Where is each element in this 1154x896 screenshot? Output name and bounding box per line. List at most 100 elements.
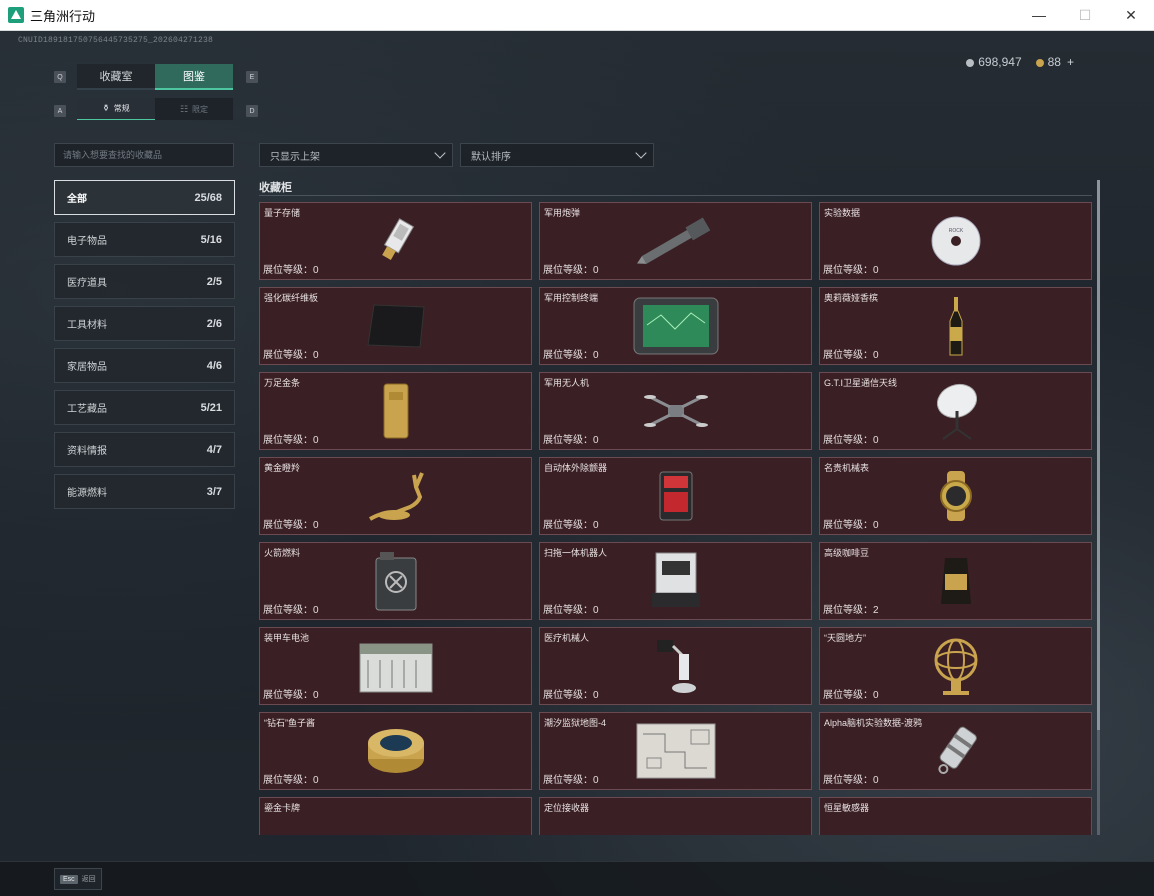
collection-card[interactable]: 火箭燃料 展位等级：0 (259, 542, 532, 620)
tab-catalog[interactable]: 图鉴 (155, 64, 233, 90)
game-viewport: CNUID189181750756445735275_202604271238 … (0, 31, 1154, 896)
sort-dropdown[interactable]: 默认排序 (460, 143, 654, 167)
collection-card[interactable]: 潮汐监狱地图-4 展位等级：0 (539, 712, 812, 790)
item-name: 强化碳纤维板 (264, 293, 319, 303)
back-button[interactable]: Esc 返回 (54, 868, 102, 890)
data-cylinder-icon (928, 723, 984, 779)
category-count: 5/16 (200, 233, 222, 246)
category-item[interactable]: 工艺藏品 5/21 (54, 390, 235, 425)
collection-card[interactable]: 扫拖一体机器人展位等级：0 (539, 542, 812, 620)
collection-card[interactable]: G.T.I卫星通信天线 展位等级：0 (819, 372, 1092, 450)
collection-card[interactable]: 奥莉薇娅香槟 展位等级：0 (819, 287, 1092, 365)
collection-card[interactable]: “天圆地方” 展位等级：0 (819, 627, 1092, 705)
vase-icon: ⚱ (102, 103, 110, 113)
booth-level: 展位等级：0 (543, 686, 599, 701)
category-item[interactable]: 电子物品 5/16 (54, 222, 235, 257)
subtab-regular[interactable]: ⚱ 常规 (77, 98, 155, 120)
close-button[interactable]: ✕ (1108, 0, 1154, 31)
caviar-tin-icon (364, 725, 428, 777)
collection-card[interactable]: 黄金瞪羚 展位等级：0 (259, 457, 532, 535)
data-disc-icon: ROCK (929, 214, 983, 268)
item-name: 扫拖一体机器人 (544, 548, 608, 558)
category-item[interactable]: 资料情报 4/7 (54, 432, 235, 467)
booth-level-label: 展位等级： (543, 605, 593, 616)
category-name: 全部 (67, 194, 87, 205)
vehicle-battery-icon (356, 636, 436, 696)
drone-icon (643, 389, 708, 433)
collection-card[interactable]: 定位接收器 (539, 797, 812, 835)
defibrillator-icon (656, 468, 696, 524)
booth-level-value: 0 (313, 265, 319, 276)
collection-card[interactable]: 军用控制终端 展位等级：0 (539, 287, 812, 365)
collection-card[interactable]: 恒星敏感器 (819, 797, 1092, 835)
item-name: 定位接收器 (544, 803, 590, 813)
booth-level-value: 0 (873, 350, 879, 361)
collection-card[interactable]: 军用炮弹 展位等级：0 (539, 202, 812, 280)
booth-level: 展位等级：0 (823, 771, 879, 786)
booth-level: 展位等级：0 (263, 601, 319, 616)
gold-gazelle-icon (364, 467, 428, 525)
booth-level: 展位等级：0 (823, 686, 879, 701)
collection-card[interactable]: 实验数据 ROCK 展位等级：0 (819, 202, 1092, 280)
search-input[interactable] (54, 143, 234, 167)
key-hint-q: Q (54, 71, 66, 83)
item-name: 装甲车电池 (264, 633, 310, 643)
booth-level-label: 展位等级： (823, 690, 873, 701)
limited-icon: ☷ (179, 103, 189, 114)
main-tabs: 收藏室 图鉴 (77, 64, 233, 90)
booth-level-value: 0 (313, 350, 319, 361)
booth-level-label: 展位等级： (263, 265, 313, 276)
tab-collection-room[interactable]: 收藏室 (77, 64, 155, 90)
collection-card[interactable]: 鎏金卡牌 (259, 797, 532, 835)
collection-card[interactable]: 高级咖啡豆 展位等级：2 (819, 542, 1092, 620)
collection-card[interactable]: 名贵机械表 展位等级：0 (819, 457, 1092, 535)
booth-level-label: 展位等级： (263, 605, 313, 616)
collection-card[interactable]: 自动体外除颤器 展位等级：0 (539, 457, 812, 535)
grid-scrollbar-thumb[interactable] (1097, 180, 1100, 730)
cleaning-robot-icon (648, 551, 704, 611)
booth-level: 展位等级：0 (543, 261, 599, 276)
collection-card[interactable]: “钻石”鱼子酱 展位等级：0 (259, 712, 532, 790)
collection-card[interactable]: Alpha脑机实验数据-渡鸦展位等级：0 (819, 712, 1092, 790)
booth-level: 展位等级：0 (543, 601, 599, 616)
category-name: 家居物品 (67, 362, 107, 373)
minimize-button[interactable]: — (1016, 0, 1062, 31)
grid-scrollbar[interactable] (1097, 180, 1100, 835)
item-name: Alpha脑机实验数据-渡鸦 (824, 718, 923, 728)
item-name: 医疗机械人 (544, 633, 590, 643)
category-name: 能源燃料 (67, 488, 107, 499)
category-item[interactable]: 全部 25/68 (54, 180, 235, 215)
booth-level-label: 展位等级： (263, 350, 313, 361)
maximize-button[interactable]: ☐ (1062, 0, 1108, 31)
item-name: 实验数据 (824, 208, 861, 218)
map-sheet-icon (635, 722, 717, 780)
collection-card[interactable]: 装甲车电池 展位等级：0 (259, 627, 532, 705)
booth-level-value: 0 (313, 435, 319, 446)
booth-level-value: 0 (873, 520, 879, 531)
collection-card[interactable]: 医疗机械人展位等级：0 (539, 627, 812, 705)
currency-bar: 698,947 88 + (966, 55, 1074, 69)
booth-level-value: 0 (873, 775, 879, 786)
shelf-filter-dropdown[interactable]: 只显示上架 (259, 143, 453, 167)
item-name: 鎏金卡牌 (264, 803, 301, 813)
collection-card[interactable]: 强化碳纤维板 展位等级：0 (259, 287, 532, 365)
item-name: “天圆地方” (824, 633, 866, 643)
item-name: 量子存储 (264, 208, 301, 218)
add-gold-button[interactable]: + (1067, 55, 1074, 69)
category-item[interactable]: 工具材料 2/6 (54, 306, 235, 341)
bottom-bar: Esc 返回 (0, 861, 1154, 896)
collection-card[interactable]: 万足金条 展位等级：0 (259, 372, 532, 450)
collection-card[interactable]: 军用无人机 展位等级：0 (539, 372, 812, 450)
booth-level-value: 0 (593, 775, 599, 786)
subtab-limited[interactable]: ☷ 限定 (155, 98, 233, 120)
category-item[interactable]: 家居物品 4/6 (54, 348, 235, 383)
booth-level-label: 展位等级： (823, 350, 873, 361)
category-item[interactable]: 医疗道具 2/5 (54, 264, 235, 299)
silver-coin-icon (966, 58, 975, 67)
booth-level-label: 展位等级： (263, 775, 313, 786)
item-name: 自动体外除颤器 (544, 463, 608, 473)
category-item[interactable]: 能源燃料 3/7 (54, 474, 235, 509)
collection-card[interactable]: 量子存储展位等级：0 (259, 202, 532, 280)
category-count: 5/21 (200, 401, 222, 414)
booth-level-value: 0 (593, 520, 599, 531)
